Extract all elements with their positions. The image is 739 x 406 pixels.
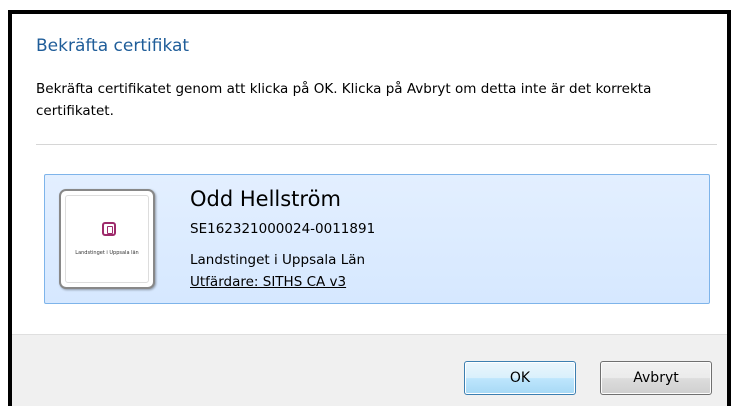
organization-logo-icon [102, 222, 116, 236]
certificate-organization: Landstinget i Uppsala Län [190, 252, 366, 268]
certificate-thumbnail-frame: Landstinget i Uppsala län [65, 195, 149, 283]
confirm-certificate-dialog: Bekräfta certifikat Bekräfta certifikate… [8, 10, 731, 406]
thumbnail-caption: Landstinget i Uppsala län [75, 250, 139, 256]
divider [36, 144, 717, 145]
certificate-thumbnail: Landstinget i Uppsala län [59, 189, 155, 289]
dialog-footer: OK Avbryt [12, 334, 727, 406]
top-clipped-region [0, 0, 739, 10]
certificate-details: Odd Hellström SE162321000024-0011891 Lan… [190, 185, 690, 293]
dialog-title: Bekräfta certifikat [36, 36, 190, 56]
cancel-button[interactable]: Avbryt [600, 361, 712, 395]
certificate-issuer-row: Utfärdare: SITHS CA v3 [190, 271, 690, 293]
certificate-serial: SE162321000024-0011891 [190, 221, 376, 237]
certificate-option[interactable]: Landstinget i Uppsala län Odd Hellström … [44, 174, 710, 304]
certificate-issuer-link[interactable]: Utfärdare: SITHS CA v3 [190, 274, 346, 290]
certificate-holder-name: Odd Hellström [190, 187, 341, 211]
ok-button[interactable]: OK [464, 361, 576, 395]
dialog-description: Bekräfta certifikatet genom att klicka p… [36, 81, 652, 119]
